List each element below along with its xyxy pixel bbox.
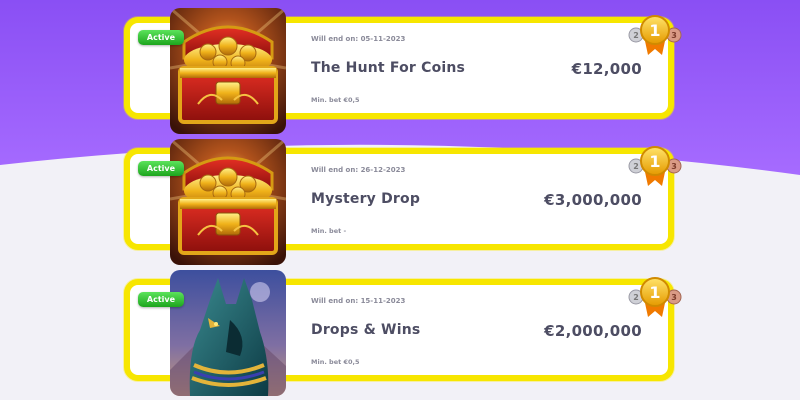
promo-card[interactable]: Active Will end on: 15-11-2023 Drops & W… — [124, 270, 682, 396]
promo-title[interactable]: Drops & Wins — [311, 322, 420, 338]
medal-rank-text: 1 — [649, 152, 660, 171]
status-badge: Active — [138, 30, 184, 45]
game-thumbnail[interactable] — [170, 270, 286, 396]
prize-amount: €12,000 — [571, 60, 642, 78]
treasure-chest-icon — [170, 139, 286, 265]
promo-card[interactable]: Active Will end on: 26-12-2023 Mystery D… — [124, 139, 682, 265]
treasure-chest-icon — [170, 8, 286, 134]
svg-text:2: 2 — [633, 162, 639, 171]
svg-text:3: 3 — [671, 31, 677, 40]
status-badge: Active — [138, 292, 184, 307]
svg-text:2: 2 — [633, 31, 639, 40]
rank-medals-icon: 2 3 1 — [628, 144, 684, 188]
rank-medals-icon: 2 3 1 — [628, 13, 684, 57]
end-date-label: Will end on: 15-11-2023 — [311, 297, 406, 305]
promo-title[interactable]: Mystery Drop — [311, 191, 420, 207]
min-bet-label: Min. bet €0,5 — [311, 358, 360, 366]
min-bet-label: Min. bet €0,5 — [311, 96, 360, 104]
min-bet-label: Min. bet - — [311, 227, 347, 235]
promo-card[interactable]: Active Will end on: 05-11-2023 The Hunt … — [124, 8, 682, 134]
medal-rank-text: 1 — [649, 283, 660, 302]
svg-text:3: 3 — [671, 162, 677, 171]
svg-text:3: 3 — [671, 293, 677, 302]
game-thumbnail[interactable] — [170, 8, 286, 134]
anubis-head-icon — [170, 270, 286, 396]
end-date-label: Will end on: 05-11-2023 — [311, 35, 406, 43]
promo-title[interactable]: The Hunt For Coins — [311, 60, 465, 76]
prize-amount: €2,000,000 — [544, 322, 642, 340]
game-thumbnail[interactable] — [170, 139, 286, 265]
end-date-label: Will end on: 26-12-2023 — [311, 166, 406, 174]
rank-medals-icon: 2 3 1 — [628, 275, 684, 319]
svg-text:2: 2 — [633, 293, 639, 302]
prize-amount: €3,000,000 — [544, 191, 642, 209]
medal-rank-text: 1 — [649, 21, 660, 40]
status-badge: Active — [138, 161, 184, 176]
